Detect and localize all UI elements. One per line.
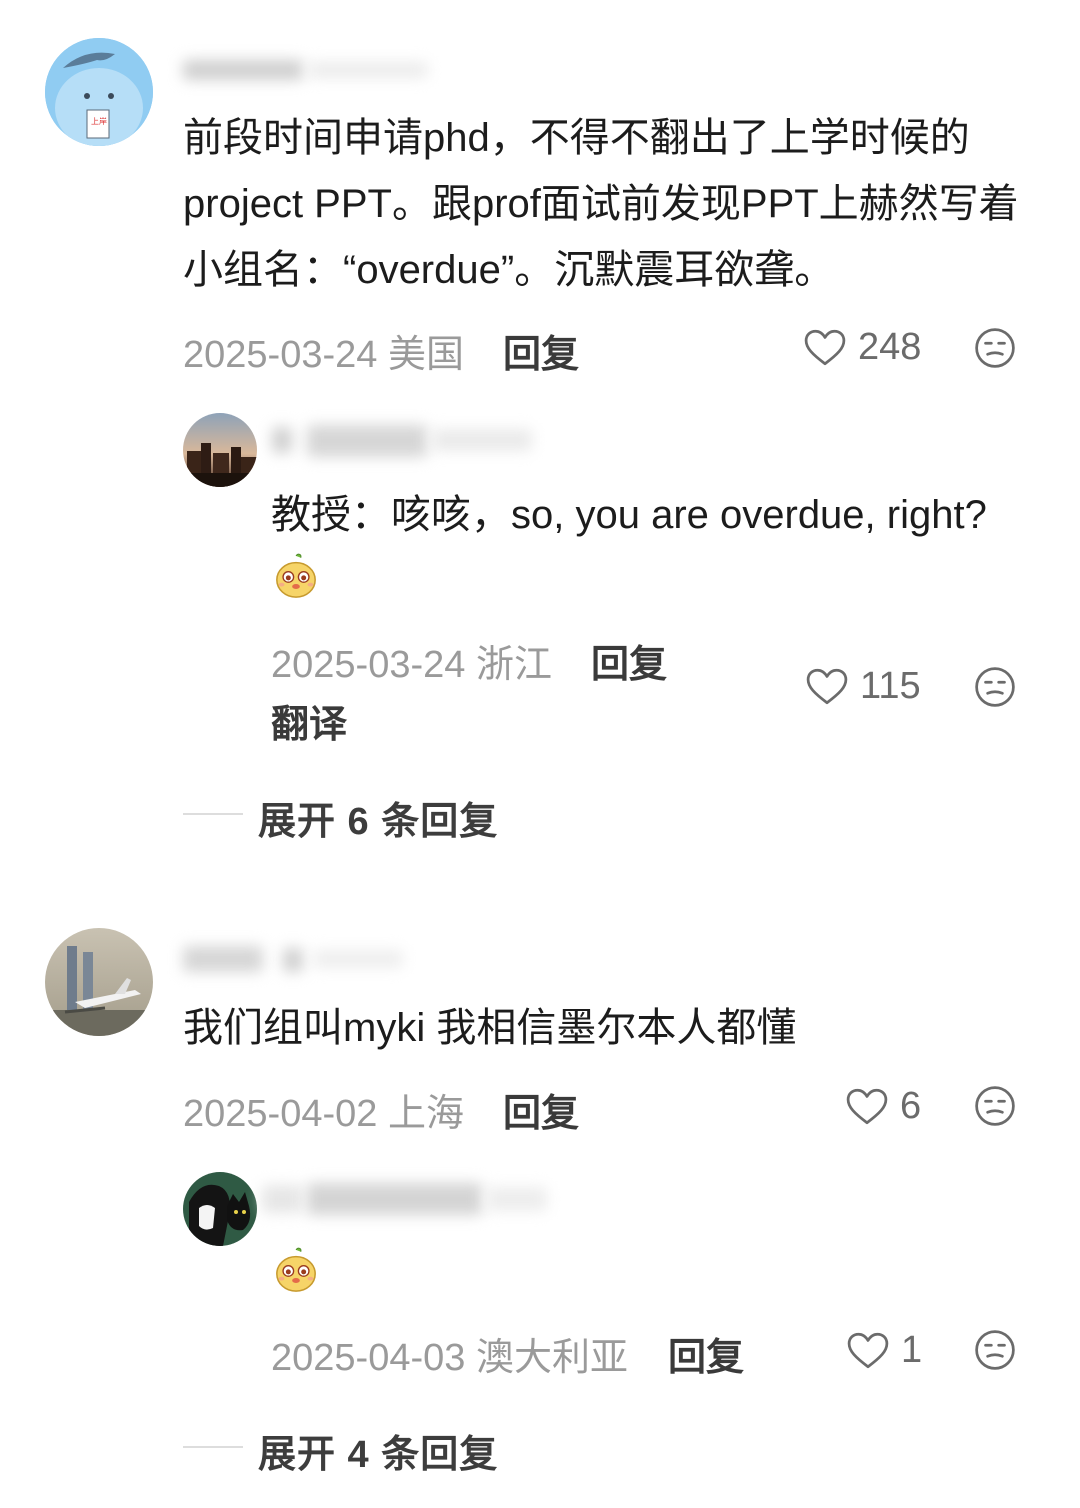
username-blurred[interactable] (272, 421, 542, 461)
username-blurred[interactable] (183, 58, 433, 86)
comment-meta: 2025-04-02 上海 (183, 1082, 464, 1137)
reply-button[interactable]: 回复 (503, 323, 579, 378)
like-count: 1 (901, 1329, 923, 1371)
translate-button[interactable]: 翻译 (271, 693, 347, 748)
dislike-face-icon[interactable] (974, 1329, 1016, 1371)
dislike-face-icon[interactable] (974, 327, 1016, 369)
chick-emoji-icon (273, 553, 319, 599)
heart-icon (804, 329, 846, 367)
comment-date: 2025-04-02 (183, 1093, 378, 1135)
reply-text: 教授：咳咳，so, you are overdue, right? (271, 493, 987, 537)
expand-divider (183, 813, 243, 815)
comment-meta: 2025-03-24 美国 (183, 323, 464, 378)
reply-button[interactable]: 回复 (591, 633, 667, 688)
reply-date: 2025-03-24 (271, 644, 466, 686)
like-button[interactable]: 115 (806, 665, 936, 709)
reply-date: 2025-04-03 (271, 1337, 466, 1379)
like-count: 115 (860, 665, 921, 707)
like-count: 248 (858, 326, 922, 368)
comment-date: 2025-03-24 (183, 334, 378, 376)
twin-towers-plane-avatar[interactable] (45, 928, 153, 1036)
comment-location: 美国 (387, 334, 464, 376)
heart-icon (806, 668, 848, 706)
like-button[interactable]: 248 (804, 326, 934, 370)
reply-location: 浙江 (475, 644, 552, 686)
reply-meta: 2025-03-24 浙江 (271, 633, 552, 688)
username-blurred[interactable] (183, 940, 413, 980)
heart-icon (847, 1332, 889, 1370)
reply-location: 澳大利亚 (475, 1337, 628, 1379)
dislike-face-icon[interactable] (974, 666, 1016, 708)
reply-meta: 2025-04-03 澳大利亚 (271, 1326, 628, 1381)
like-button[interactable]: 1 (847, 1329, 937, 1373)
expand-replies-button[interactable]: 展开 6 条回复 (258, 790, 498, 845)
expand-replies-button[interactable]: 展开 4 条回复 (258, 1423, 498, 1478)
expand-divider (183, 1446, 243, 1448)
comment-location: 上海 (387, 1093, 464, 1135)
reply-button[interactable]: 回复 (503, 1082, 579, 1137)
reply-button[interactable]: 回复 (668, 1326, 744, 1381)
username-blurred[interactable] (262, 1175, 552, 1223)
chick-emoji-icon (273, 1247, 319, 1293)
anime-cat-avatar[interactable] (183, 1172, 257, 1246)
blue-cartoon-avatar[interactable]: 上岸 (45, 38, 153, 146)
dislike-face-icon[interactable] (974, 1085, 1016, 1127)
heart-icon (846, 1088, 888, 1126)
city-night-avatar[interactable] (183, 413, 257, 487)
svg-text:上岸: 上岸 (91, 117, 107, 126)
like-count: 6 (900, 1085, 922, 1127)
like-button[interactable]: 6 (846, 1085, 936, 1129)
comment-text: 我们组叫myki 我相信墨尔本人都懂 (183, 1006, 797, 1050)
comment-text: 前段时间申请phd，不得不翻出了上学时候的project PPT。跟prof面试… (183, 116, 1019, 292)
